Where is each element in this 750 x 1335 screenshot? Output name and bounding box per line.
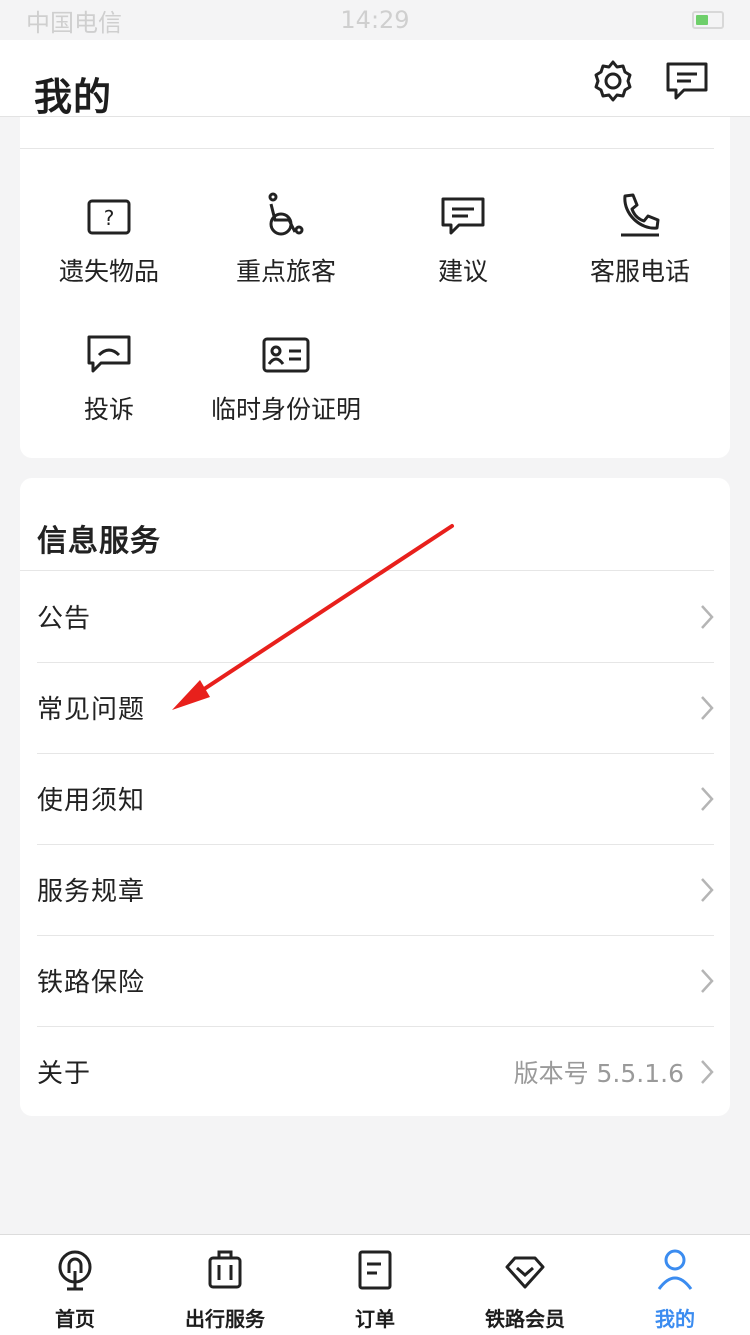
grid-item-lost-items[interactable]: ? 遗失物品 <box>20 188 198 288</box>
tab-mine[interactable]: 我的 <box>600 1235 750 1335</box>
railway-logo-icon <box>58 1250 92 1291</box>
phone-icon <box>621 193 660 237</box>
tab-label: 订单 <box>355 1307 395 1331</box>
question-box-icon: ? <box>87 199 131 235</box>
grid-item-suggestion[interactable]: 建议 <box>374 188 552 288</box>
page-title: 我的 <box>34 75 113 119</box>
row-label: 使用须知 <box>37 786 146 816</box>
tab-orders[interactable]: 订单 <box>300 1235 450 1335</box>
grid-item-complaint[interactable]: 投诉 <box>20 326 198 426</box>
chevron-right-icon <box>701 604 714 629</box>
chevron-right-icon <box>701 695 714 720</box>
row-announcement[interactable]: 公告 <box>37 571 714 663</box>
settings-icon[interactable] <box>590 58 636 104</box>
grid-item-label: 临时身份证明 <box>210 395 361 424</box>
row-label: 服务规章 <box>37 877 146 907</box>
row-service-rules[interactable]: 服务规章 <box>37 844 714 936</box>
grid-item-key-passengers[interactable]: 重点旅客 <box>197 188 375 288</box>
grid-item-customer-phone[interactable]: 客服电话 <box>551 188 729 288</box>
battery-icon <box>692 11 724 29</box>
complaint-icon <box>87 335 131 373</box>
order-icon <box>358 1250 392 1290</box>
svg-text:?: ? <box>104 206 115 230</box>
luggage-icon <box>208 1250 242 1289</box>
info-service-title: 信息服务 <box>37 524 161 559</box>
tab-label: 首页 <box>55 1307 95 1331</box>
row-label: 关于 <box>37 1059 92 1089</box>
divider <box>20 148 714 149</box>
info-service-card: 信息服务 公告 常见问题 使用须知 服务规章 铁路保险 关于 版本号 5.5.1… <box>20 478 730 1116</box>
row-label: 铁路保险 <box>37 968 146 998</box>
row-railway-insurance[interactable]: 铁路保险 <box>37 935 714 1027</box>
wheelchair-icon <box>268 192 304 236</box>
user-icon <box>657 1249 693 1290</box>
grid-item-label: 建议 <box>437 257 488 286</box>
chevron-right-icon <box>701 968 714 993</box>
tab-label: 出行服务 <box>185 1307 265 1331</box>
chevron-right-icon <box>701 1059 714 1084</box>
grid-item-label: 投诉 <box>83 395 134 424</box>
tab-label: 我的 <box>655 1307 695 1331</box>
diamond-icon <box>505 1256 545 1289</box>
grid-item-label: 遗失物品 <box>58 257 159 286</box>
row-about[interactable]: 关于 版本号 5.5.1.6 <box>37 1026 714 1116</box>
version-value: 版本号 5.5.1.6 <box>513 1058 684 1088</box>
top-header: 我的 <box>0 40 750 119</box>
bottom-tab-bar: 首页 出行服务 订单 铁路会员 我的 <box>0 1234 750 1335</box>
tab-label: 铁路会员 <box>485 1307 565 1331</box>
grid-item-label: 重点旅客 <box>235 257 336 286</box>
service-card: 温馨服务 ? 遗失物品 重点旅客 <box>20 96 730 458</box>
chevron-right-icon <box>701 877 714 902</box>
chevron-right-icon <box>701 786 714 811</box>
id-card-icon <box>262 337 310 373</box>
row-label: 公告 <box>37 604 92 634</box>
row-faq[interactable]: 常见问题 <box>37 662 714 754</box>
grid-item-label: 客服电话 <box>589 257 690 286</box>
tab-home[interactable]: 首页 <box>0 1235 150 1335</box>
status-bar: 中国电信 14:29 <box>0 0 750 40</box>
grid-item-temp-id[interactable]: 临时身份证明 <box>197 326 375 426</box>
tab-travel-service[interactable]: 出行服务 <box>150 1235 300 1335</box>
tab-railway-member[interactable]: 铁路会员 <box>450 1235 600 1335</box>
status-time: 14:29 <box>340 6 410 34</box>
row-usage-notice[interactable]: 使用须知 <box>37 753 714 845</box>
chat-lines-icon <box>441 197 485 235</box>
message-icon[interactable] <box>664 58 710 104</box>
row-label: 常见问题 <box>37 695 146 725</box>
